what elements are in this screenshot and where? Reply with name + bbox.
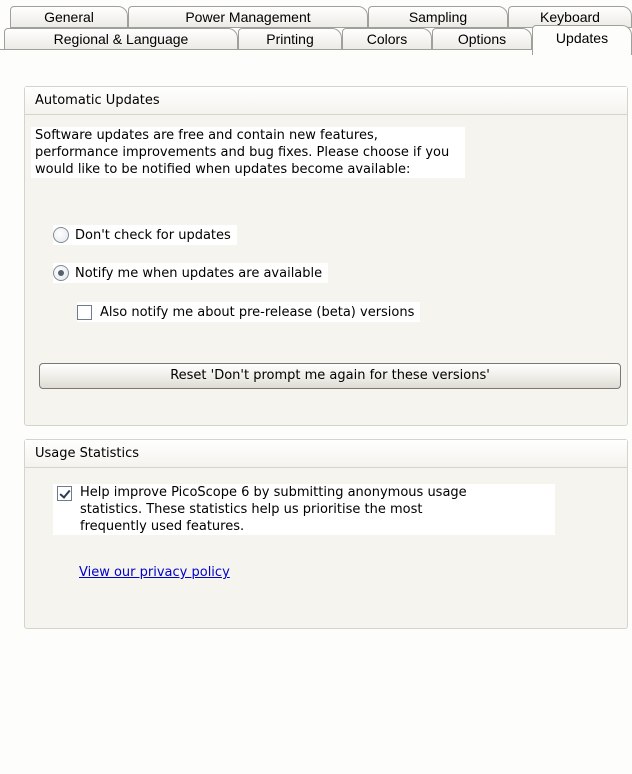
beta-versions-checkbox[interactable]: Also notify me about pre-release (beta) … <box>77 302 421 322</box>
radio-label: Notify me when updates are available <box>75 265 323 281</box>
preferences-dialog: General Power Management Sampling Keyboa… <box>0 0 632 774</box>
checkbox-label: Also notify me about pre-release (beta) … <box>100 304 415 320</box>
usage-text-line: Help improve PicoScope 6 by submitting a… <box>80 485 467 500</box>
usage-statistics-group: Usage Statistics Help improve PicoScope … <box>24 439 628 629</box>
reset-prompt-button[interactable]: Reset 'Don't prompt me again for these v… <box>39 363 621 389</box>
radio-dont-check[interactable]: Don't check for updates <box>53 225 237 245</box>
automatic-updates-description: Software updates are free and contain ne… <box>31 127 465 178</box>
description-line: performance improvements and bug fixes. … <box>35 145 450 160</box>
radio-notify-updates[interactable]: Notify me when updates are available <box>53 263 329 283</box>
tab-colors[interactable]: Colors <box>342 28 432 50</box>
tab-power-management[interactable]: Power Management <box>128 6 368 28</box>
checkbox-icon[interactable] <box>77 304 92 320</box>
automatic-updates-title: Automatic Updates <box>25 87 627 115</box>
tab-options[interactable]: Options <box>432 28 532 50</box>
usage-text-line: frequently used features. <box>80 519 245 534</box>
checkbox-checked-icon[interactable] <box>57 486 72 501</box>
automatic-updates-group: Automatic Updates Software updates are f… <box>24 86 628 426</box>
usage-statistics-checkbox-row[interactable]: Help improve PicoScope 6 by submitting a… <box>53 484 555 535</box>
tab-printing[interactable]: Printing <box>238 28 342 50</box>
privacy-policy-link[interactable]: View our privacy policy <box>79 565 230 580</box>
tab-general[interactable]: General <box>10 6 128 28</box>
tab-updates[interactable]: Updates <box>532 25 632 55</box>
radio-label: Don't check for updates <box>75 227 231 243</box>
usage-statistics-title: Usage Statistics <box>25 440 627 468</box>
usage-text-line: statistics. These statistics help us pri… <box>80 502 423 517</box>
tab-sampling[interactable]: Sampling <box>368 6 508 28</box>
radio-button-icon[interactable] <box>53 227 69 243</box>
description-line: would like to be notified when updates b… <box>35 162 411 177</box>
description-line: Software updates are free and contain ne… <box>35 128 378 143</box>
radio-button-selected-icon[interactable] <box>53 265 69 281</box>
tab-regional-language[interactable]: Regional & Language <box>4 28 238 50</box>
usage-statistics-text: Help improve PicoScope 6 by submitting a… <box>80 484 467 535</box>
